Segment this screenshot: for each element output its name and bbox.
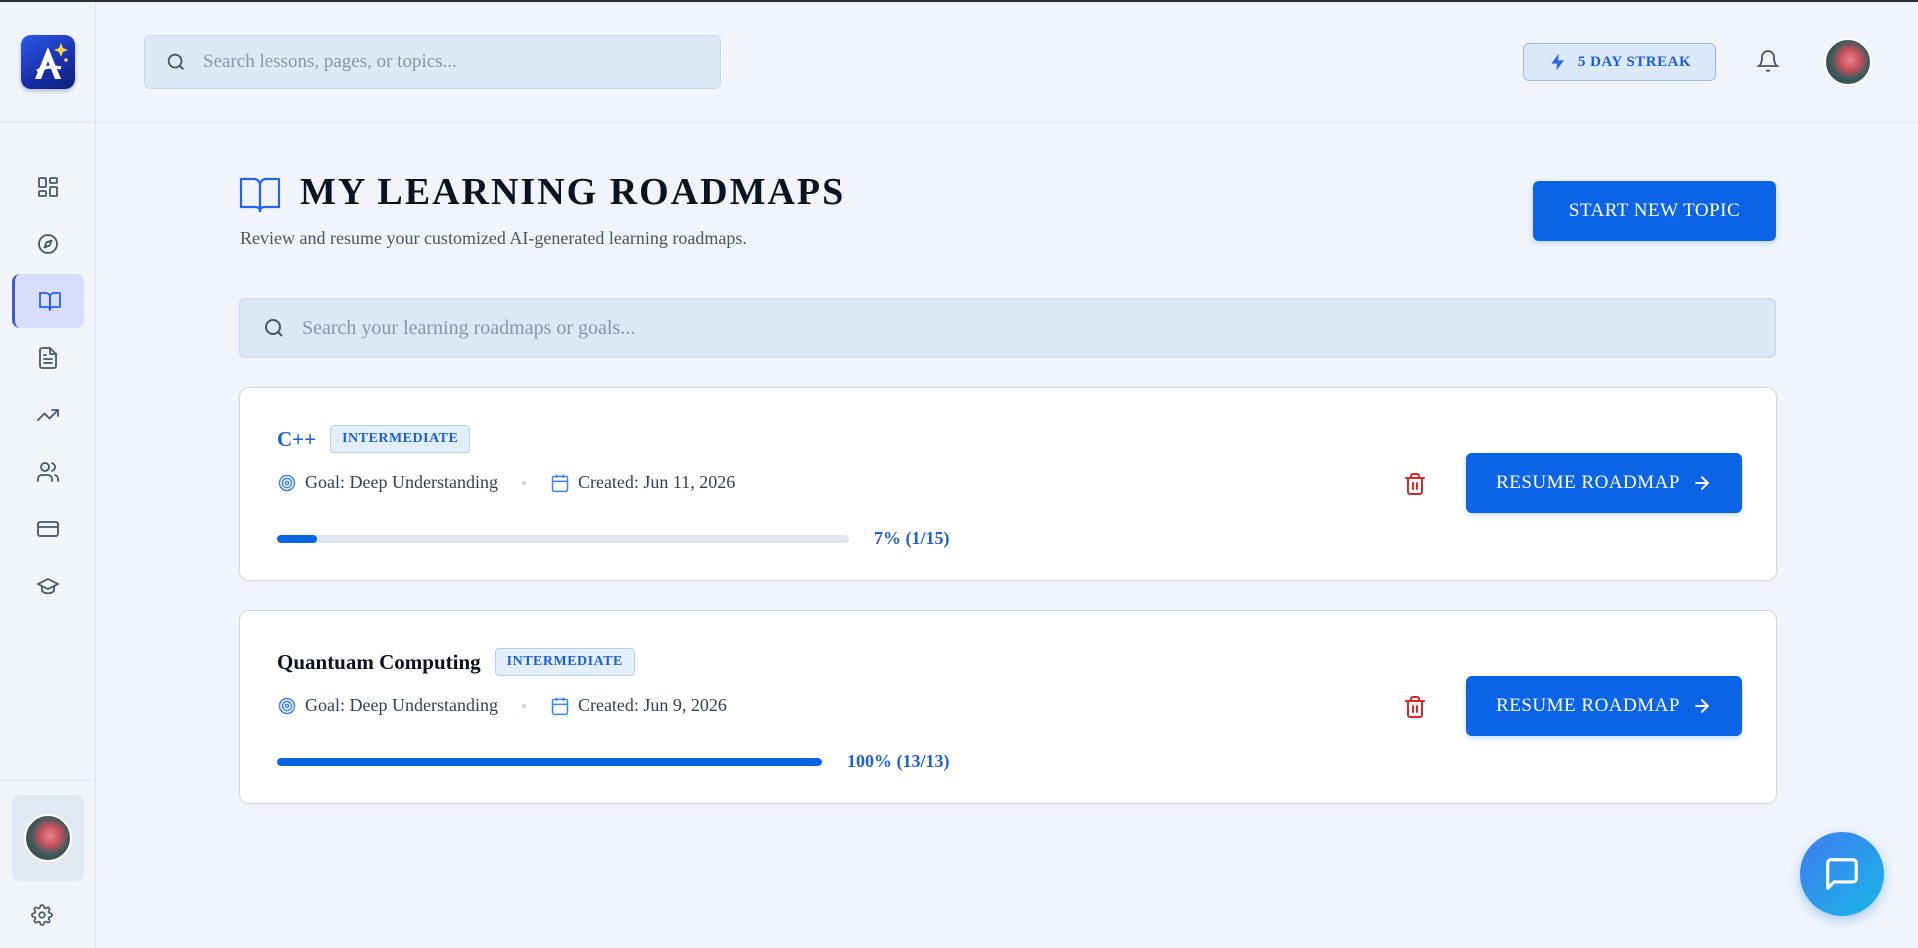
delete-roadmap-button[interactable] bbox=[1403, 472, 1429, 498]
app-logo[interactable] bbox=[21, 35, 75, 89]
sidebar-item-documents[interactable] bbox=[12, 331, 84, 385]
search-icon bbox=[167, 53, 184, 70]
sidebar-item-community[interactable] bbox=[12, 445, 84, 499]
roadmap-card: Quantuam Computing INTERMEDIATE Goal: De… bbox=[239, 610, 1777, 804]
separator-dot bbox=[521, 703, 526, 708]
compass-icon bbox=[38, 234, 58, 254]
profile-button[interactable] bbox=[12, 795, 84, 881]
global-search[interactable] bbox=[144, 35, 721, 89]
trash-icon bbox=[1405, 473, 1425, 495]
roadmap-search[interactable] bbox=[239, 298, 1776, 358]
avatar bbox=[24, 814, 72, 862]
progress-label: 100% (13/13) bbox=[847, 751, 950, 771]
resume-label: RESUME ROADMAP bbox=[1496, 695, 1680, 716]
roadmap-card: C++ INTERMEDIATE Goal: Deep Understandin… bbox=[239, 387, 1777, 581]
users-icon bbox=[37, 462, 59, 482]
target-icon bbox=[278, 697, 296, 714]
user-avatar[interactable] bbox=[1824, 38, 1872, 86]
sidebar-item-courses[interactable] bbox=[12, 559, 84, 613]
roadmap-title[interactable]: C++ bbox=[277, 427, 316, 452]
goal-text: Goal: Deep Understanding bbox=[305, 695, 498, 715]
lightning-icon bbox=[1551, 53, 1564, 71]
calendar-icon bbox=[551, 697, 569, 715]
file-text-icon bbox=[39, 347, 57, 369]
resume-label: RESUME ROADMAP bbox=[1496, 472, 1680, 493]
sidebar bbox=[0, 2, 96, 948]
progress-fill bbox=[277, 534, 318, 543]
chat-button[interactable] bbox=[1800, 832, 1884, 916]
goal-text: Goal: Deep Understanding bbox=[305, 472, 498, 492]
progress-bar bbox=[277, 534, 849, 543]
settings-button[interactable] bbox=[28, 901, 56, 929]
sidebar-item-roadmaps[interactable] bbox=[12, 274, 84, 328]
start-new-topic-button[interactable]: START NEW TOPIC bbox=[1533, 181, 1776, 241]
credit-card-icon bbox=[37, 521, 59, 537]
graduation-cap-icon bbox=[37, 578, 59, 595]
sidebar-item-explore[interactable] bbox=[12, 217, 84, 271]
logo-area bbox=[0, 2, 96, 123]
book-open-icon bbox=[38, 292, 61, 311]
gear-icon bbox=[31, 904, 53, 926]
arrow-right-icon bbox=[1695, 699, 1709, 713]
roadmap-search-input[interactable] bbox=[302, 316, 1702, 340]
sidebar-item-progress[interactable] bbox=[12, 388, 84, 442]
delete-roadmap-button[interactable] bbox=[1403, 695, 1429, 721]
arrow-right-icon bbox=[1695, 476, 1709, 490]
roadmap-title[interactable]: Quantuam Computing bbox=[277, 650, 481, 675]
progress-fill bbox=[277, 757, 822, 766]
created-date: Created: Jun 9, 2026 bbox=[577, 695, 727, 715]
global-search-input[interactable] bbox=[203, 51, 683, 73]
level-badge: INTERMEDIATE bbox=[330, 425, 471, 453]
trending-up-icon bbox=[37, 409, 59, 421]
level-badge: INTERMEDIATE bbox=[494, 648, 635, 676]
streak-label: 5 DAY STREAK bbox=[1577, 53, 1692, 70]
resume-roadmap-button[interactable]: RESUME ROADMAP bbox=[1466, 676, 1742, 736]
bell-icon bbox=[1756, 50, 1780, 72]
sidebar-item-billing[interactable] bbox=[12, 502, 84, 556]
sidebar-item-dashboard[interactable] bbox=[12, 160, 84, 214]
streak-badge[interactable]: 5 DAY STREAK bbox=[1523, 43, 1716, 81]
progress-label: 7% (1/15) bbox=[874, 528, 950, 548]
progress-bar bbox=[277, 757, 822, 766]
sidebar-footer bbox=[0, 780, 96, 948]
page-title: MY LEARNING ROADMAPS bbox=[300, 171, 846, 213]
notifications-button[interactable] bbox=[1756, 49, 1782, 75]
book-open-icon bbox=[238, 174, 282, 214]
target-icon bbox=[278, 474, 296, 491]
message-square-icon bbox=[1826, 858, 1858, 890]
created-date: Created: Jun 11, 2026 bbox=[577, 472, 736, 492]
trash-icon bbox=[1405, 696, 1425, 718]
calendar-icon bbox=[551, 474, 569, 492]
search-icon bbox=[265, 319, 283, 337]
grid-icon bbox=[38, 177, 58, 197]
separator-dot bbox=[521, 480, 526, 485]
resume-roadmap-button[interactable]: RESUME ROADMAP bbox=[1466, 453, 1742, 513]
page-subtitle: Review and resume your customized AI-gen… bbox=[240, 228, 747, 248]
topbar: 5 DAY STREAK bbox=[96, 2, 1918, 123]
